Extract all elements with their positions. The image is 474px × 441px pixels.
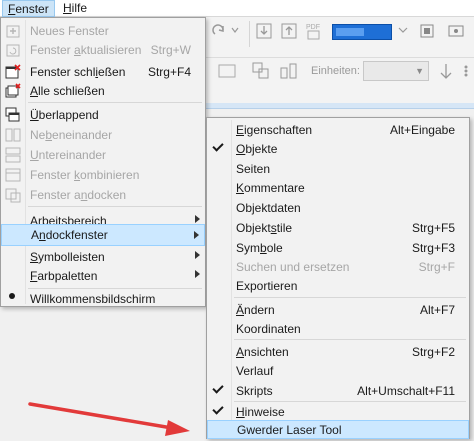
menu-item-fenster-andocken[interactable]: Fenster andocken xyxy=(1,184,205,206)
radio-bullet-icon xyxy=(9,293,15,299)
new-window-icon xyxy=(6,25,20,38)
chevron-down-icon: ▼ xyxy=(415,66,424,76)
import-icon[interactable] xyxy=(255,22,273,40)
transform-icon[interactable] xyxy=(279,61,299,81)
menu-fenster[interactable]: Fenster xyxy=(2,0,55,17)
arrange-icon[interactable] xyxy=(251,61,271,81)
svg-text:PDF: PDF xyxy=(306,24,320,31)
shortcut: Alt+Umschalt+F11 xyxy=(357,384,455,398)
chevron-down-icon[interactable] xyxy=(398,25,408,35)
refresh-window-icon xyxy=(6,44,20,57)
more-options-icon[interactable] xyxy=(459,63,473,79)
docker-strip xyxy=(205,103,474,109)
shortcut: Strg+F5 xyxy=(411,221,455,235)
units-select[interactable]: ▼ xyxy=(363,61,429,81)
checkmark-icon xyxy=(212,403,224,415)
menu-item-objekte[interactable]: Objekte xyxy=(207,138,469,160)
menu-item-fenster-kombinieren[interactable]: Fenster kombinieren xyxy=(1,164,205,186)
submenu-arrow-icon xyxy=(194,231,199,239)
menu-item-koordinaten[interactable]: Koordinaten xyxy=(207,318,469,340)
dock-window-icon xyxy=(5,188,21,203)
shortcut: Strg+F xyxy=(418,260,455,274)
fenster-menu: Neues Fenster Fenster aktualisieren Strg… xyxy=(0,17,206,307)
menu-item-objektdaten[interactable]: Objektdaten xyxy=(207,197,469,219)
menu-item-andockfenster[interactable]: Andockfenster xyxy=(1,224,205,246)
menu-hilfe[interactable]: Hilfe xyxy=(58,0,92,17)
combine-windows-icon xyxy=(5,168,21,182)
chevron-down-icon[interactable] xyxy=(231,26,239,34)
andockfenster-submenu: Eigenschaften Alt+Eingabe Objekte Seiten… xyxy=(206,117,470,439)
submenu-arrow-icon xyxy=(195,215,200,223)
menu-item-verlauf[interactable]: Verlauf xyxy=(207,360,469,382)
snap-icon[interactable] xyxy=(447,22,465,40)
menu-separator xyxy=(234,297,466,298)
menu-item-alle-schliessen[interactable]: Alle schließen xyxy=(1,80,205,102)
menu-separator xyxy=(28,206,202,207)
menu-item-skripts[interactable]: Skripts Alt+Umschalt+F11 xyxy=(207,380,469,402)
shortcut: Strg+F2 xyxy=(411,345,455,359)
menu-separator xyxy=(234,339,466,340)
submenu-arrow-icon xyxy=(195,251,200,259)
cascade-windows-icon xyxy=(5,107,20,122)
menu-item-farbpaletten[interactable]: Farbpaletten xyxy=(1,265,205,287)
tile-horizontal-icon xyxy=(5,147,21,163)
toolbar-divider xyxy=(205,57,474,58)
property-toolbar: PDF Einheiten: ▼ xyxy=(205,17,474,103)
menu-item-kommentare[interactable]: Kommentare xyxy=(207,177,469,199)
menu-item-willkommensbildschirm[interactable]: Willkommensbildschirm xyxy=(1,286,205,308)
menu-item-fenster-aktualisieren[interactable]: Fenster aktualisieren Strg+W xyxy=(1,39,205,61)
export-icon[interactable] xyxy=(280,22,298,40)
checkmark-icon xyxy=(212,382,224,394)
shortcut: Strg+F4 xyxy=(147,65,191,79)
submenu-arrow-icon xyxy=(195,270,200,278)
toolbar-divider xyxy=(249,21,250,47)
menu-bar: Fenster Hilfe xyxy=(0,0,474,17)
menu-item-nebeneinander[interactable]: Nebeneinander xyxy=(1,124,205,146)
nudge-icon[interactable] xyxy=(437,63,455,79)
menu-item-untereinander[interactable]: Untereinander xyxy=(1,144,205,166)
menu-item-gwerder-laser-tool[interactable]: Gwerder Laser Tool xyxy=(207,420,469,439)
pdf-icon[interactable]: PDF xyxy=(305,21,323,41)
checkmark-icon xyxy=(212,140,224,152)
fullscreen-icon[interactable] xyxy=(418,22,436,40)
shortcut: Strg+F3 xyxy=(411,241,455,255)
zoom-level-select[interactable] xyxy=(332,24,392,40)
menu-item-exportieren[interactable]: Exportieren xyxy=(207,275,469,297)
shortcut: Alt+F7 xyxy=(419,303,455,317)
redo-icon[interactable] xyxy=(211,23,227,39)
menu-item-objektstile[interactable]: Objektstile Strg+F5 xyxy=(207,217,469,239)
shortcut: Strg+W xyxy=(150,43,191,57)
menu-separator xyxy=(28,102,202,103)
units-label: Einheiten: xyxy=(311,65,360,77)
close-window-icon xyxy=(5,64,21,79)
page-frame-icon[interactable] xyxy=(217,63,237,79)
close-all-windows-icon xyxy=(5,83,21,98)
tile-vertical-icon xyxy=(5,128,21,142)
shortcut: Alt+Eingabe xyxy=(389,123,455,137)
menu-item-ueberlappend[interactable]: Überlappend xyxy=(1,104,205,126)
